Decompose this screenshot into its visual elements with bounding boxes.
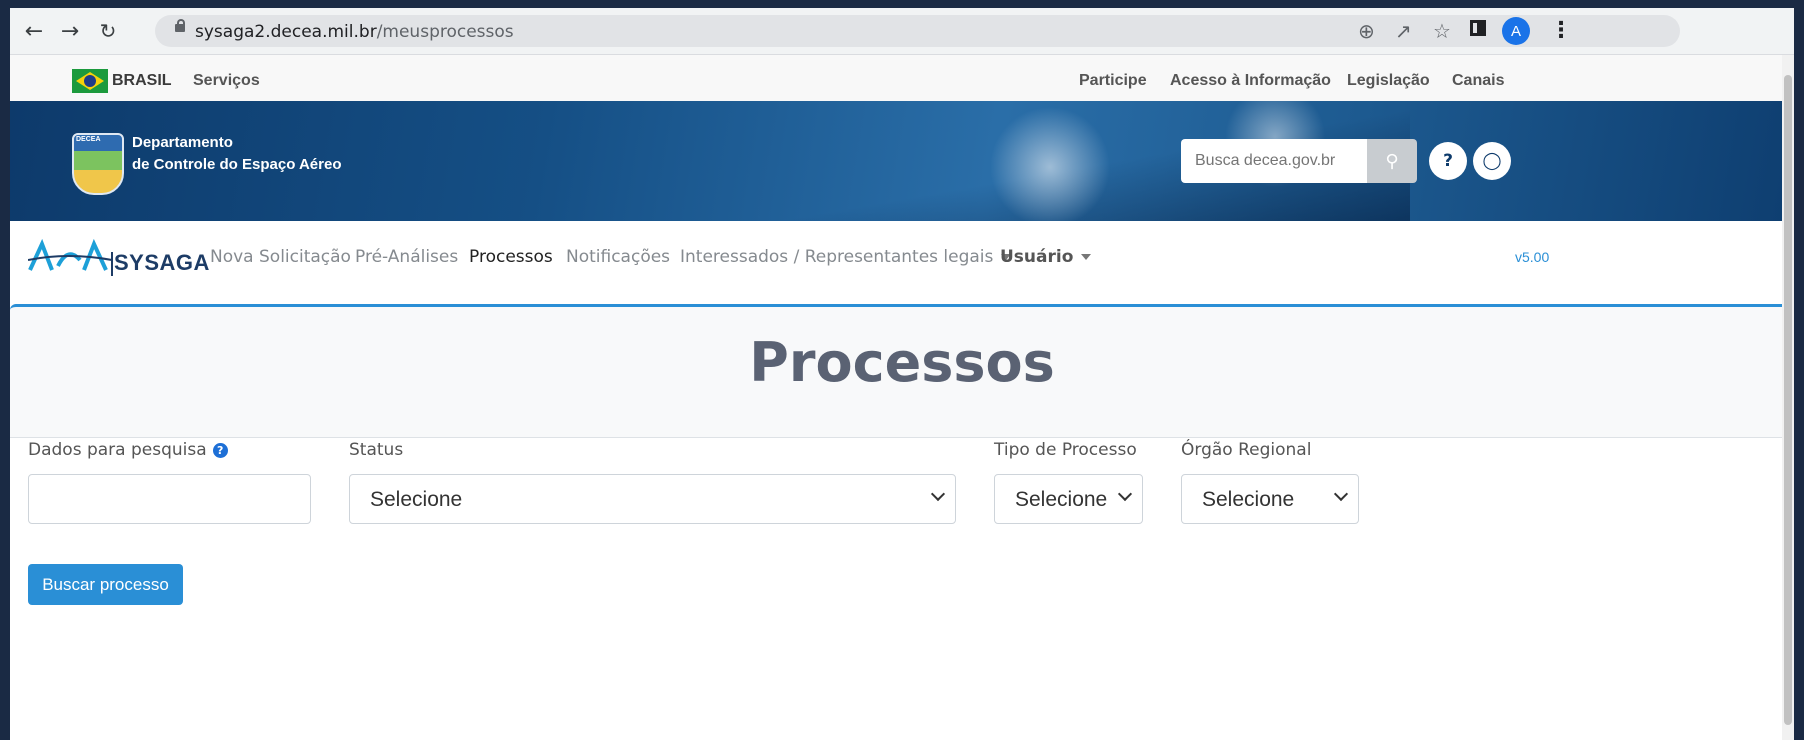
gov-bar: BRASIL Serviços Participe Acesso à Infor… — [10, 55, 1794, 101]
nav-nova-solicitacao[interactable]: Nova Solicitação — [210, 247, 351, 267]
buscar-processo-button[interactable]: Buscar processo — [28, 564, 183, 605]
status-select[interactable]: Selecione — [349, 474, 956, 524]
url-host: sysaga2.decea.mil.br — [195, 22, 377, 42]
help-circle-icon[interactable]: ? — [1429, 142, 1467, 180]
servicos-link[interactable]: Serviços — [193, 72, 260, 90]
search-data-label: Dados para pesquisa? — [28, 440, 228, 460]
status-selected-value: Selecione — [370, 488, 463, 511]
page-header: Processos — [10, 304, 1794, 438]
site-banner: DECEA Departamento de Controle do Espaço… — [10, 101, 1794, 221]
acesso-informacao-link[interactable]: Acesso à Informação — [1170, 72, 1331, 90]
tipo-selected-value: Selecione — [1015, 488, 1108, 511]
version-label: v5.00 — [1515, 249, 1550, 265]
page-scrollbar[interactable] — [1782, 55, 1794, 740]
nav-usuario-dropdown[interactable]: Usuário — [1000, 247, 1092, 267]
zoom-icon[interactable]: ⊕ — [1358, 19, 1375, 43]
share-icon[interactable]: ↗ — [1395, 19, 1412, 43]
address-bar[interactable]: sysaga2.decea.mil.br/meusprocessos ⊕ ↗ ☆ — [155, 15, 1680, 47]
app-navbar: SYSAGA Nova Solicitação Pré-Análises Pro… — [10, 221, 1794, 309]
url-path: /meusprocessos — [376, 22, 514, 42]
emblem-text: DECEA — [76, 136, 101, 143]
nav-processos[interactable]: Processos — [469, 247, 553, 267]
logo-text: SYSAGA — [114, 250, 210, 275]
back-icon[interactable]: ← — [20, 17, 48, 45]
tipo-processo-select[interactable]: Selecione — [994, 474, 1143, 524]
url-text[interactable]: sysaga2.decea.mil.br/meusprocessos — [195, 22, 514, 42]
page-title: Processos — [749, 331, 1055, 394]
reload-icon[interactable]: ↻ — [94, 17, 122, 45]
scrollbar-thumb[interactable] — [1784, 75, 1792, 725]
participe-link[interactable]: Participe — [1079, 72, 1147, 90]
dept-name-line2: de Controle do Espaço Aéreo — [132, 156, 342, 173]
chevron-down-icon — [1333, 486, 1349, 502]
chevron-down-icon — [1117, 486, 1133, 502]
legislacao-link[interactable]: Legislação — [1347, 72, 1430, 90]
nav-usuario-label: Usuário — [1000, 247, 1074, 267]
site-search: ⚲ — [1181, 139, 1417, 183]
chat-icon[interactable]: ◯ — [1473, 142, 1511, 180]
brasil-link[interactable]: BRASIL — [112, 72, 172, 90]
nav-interessados-dropdown[interactable]: Interessados / Representantes legais — [680, 247, 1012, 267]
nav-interessados-label: Interessados / Representantes legais — [680, 247, 994, 267]
tipo-processo-label: Tipo de Processo — [994, 440, 1137, 460]
nav-pre-analises[interactable]: Pré-Análises — [355, 247, 458, 267]
lock-icon — [175, 19, 185, 32]
forward-icon[interactable]: → — [56, 17, 84, 45]
caret-down-icon — [1081, 254, 1092, 260]
search-data-label-text: Dados para pesquisa — [28, 440, 207, 460]
status-label: Status — [349, 440, 404, 460]
browser-toolbar: ← → ↻ sysaga2.decea.mil.br/meusprocessos… — [10, 8, 1794, 55]
chevron-down-icon — [930, 486, 946, 502]
browser-window: ← → ↻ sysaga2.decea.mil.br/meusprocessos… — [10, 8, 1794, 740]
nav-notificacoes[interactable]: Notificações — [566, 247, 670, 267]
brazil-flag-icon — [72, 69, 108, 93]
dept-name-line1: Departamento — [132, 134, 233, 151]
sidepanel-icon[interactable] — [1470, 20, 1486, 36]
search-data-input[interactable] — [28, 474, 311, 524]
orgao-regional-label: Órgão Regional — [1181, 440, 1312, 460]
menu-icon[interactable]: ⋮ — [1550, 18, 1572, 43]
search-icon[interactable]: ⚲ — [1367, 139, 1417, 183]
canais-link[interactable]: Canais — [1452, 72, 1504, 90]
orgao-regional-select[interactable]: Selecione — [1181, 474, 1359, 524]
star-icon[interactable]: ☆ — [1433, 19, 1451, 43]
orgao-selected-value: Selecione — [1202, 488, 1295, 511]
aga-logo[interactable]: SYSAGA — [27, 238, 209, 278]
site-search-input[interactable] — [1181, 139, 1367, 183]
aga-logo-icon — [27, 238, 113, 276]
profile-avatar[interactable]: A — [1502, 17, 1530, 45]
question-circle-icon[interactable]: ? — [212, 443, 228, 458]
decea-emblem[interactable]: DECEA — [72, 133, 124, 195]
